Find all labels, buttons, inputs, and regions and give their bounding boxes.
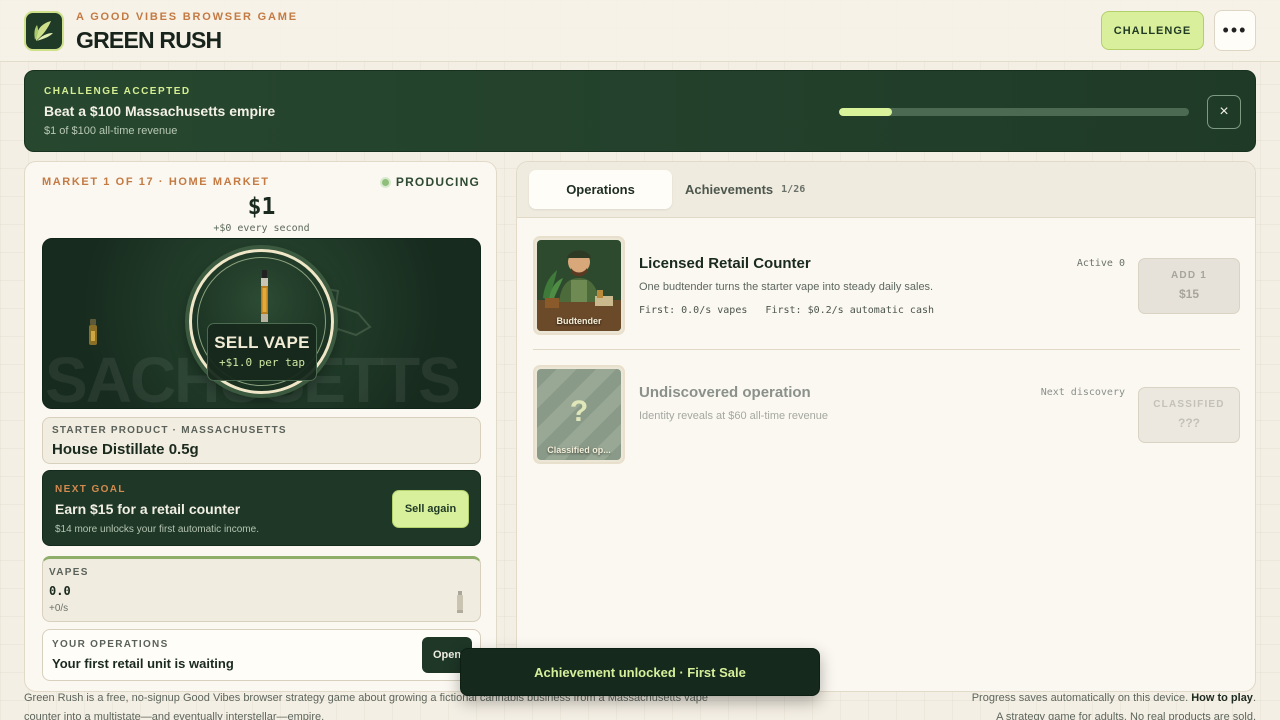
goal-eyebrow: NEXT GOAL <box>55 484 126 495</box>
panel-tabs: Operations Achievements 1/26 <box>517 162 1255 218</box>
cash-rate: +$0 every second <box>213 223 310 234</box>
vapes-count: 0.0 <box>49 584 71 598</box>
market-panel: MARKET 1 OF 17 · HOME MARKET PRODUCING $… <box>24 161 497 692</box>
vapes-label: VAPES <box>49 567 89 578</box>
vape-cartridge-icon <box>89 319 97 345</box>
how-to-play-link[interactable]: How to play <box>1191 692 1253 704</box>
sell-stage: SACHUSETTS SELL VAPE +$1.0 per tap <box>42 238 481 409</box>
vapes-rate: +0/s <box>49 603 69 614</box>
challenge-progress-bar <box>839 108 1189 116</box>
top-header: A GOOD VIBES BROWSER GAME GREEN RUSH CHA… <box>0 0 1280 62</box>
producing-status: PRODUCING <box>381 175 480 189</box>
sell-vape-title: SELL VAPE <box>214 333 310 352</box>
sell-vape-label-card[interactable]: SELL VAPE +$1.0 per tap <box>207 323 317 381</box>
challenge-button[interactable]: CHALLENGE <box>1101 11 1204 50</box>
footer-save-text: Progress saves automatically on this dev… <box>971 692 1189 704</box>
operation-description: Identity reveals at $60 all-time revenue <box>639 410 828 422</box>
operation-description: One budtender turns the starter vape int… <box>639 281 934 293</box>
cash-total: $1 <box>247 194 276 220</box>
thumbnail-label: Budtender <box>556 316 602 326</box>
more-dots-icon: ••• <box>1222 20 1248 40</box>
footer-adult-note: A strategy game for adults. No real prod… <box>996 711 1256 720</box>
question-mark-icon: ? <box>569 395 589 428</box>
next-goal-card: NEXT GOAL Earn $15 for a retail counter … <box>42 470 481 546</box>
add-button-label: ADD 1 <box>1170 270 1207 281</box>
classified-label: CLASSIFIED <box>1153 399 1225 410</box>
add-operation-button[interactable]: ADD 1 $15 <box>1138 258 1240 314</box>
leaf-icon[interactable] <box>24 11 64 51</box>
banner-eyebrow: CHALLENGE ACCEPTED <box>44 86 191 97</box>
ops-title: Your first retail unit is waiting <box>52 656 234 671</box>
challenge-progress-fill <box>839 108 892 116</box>
footer-period: . <box>1252 692 1256 704</box>
operation-thumbnail: ? Classified op... <box>533 365 625 464</box>
vape-cartridge-icon <box>457 591 463 613</box>
classified-cost: ??? <box>1178 416 1200 430</box>
brand-eyebrow: A GOOD VIBES BROWSER GAME <box>76 11 298 23</box>
goal-subtitle: $14 more unlocks your first automatic in… <box>55 524 259 535</box>
add-button-cost: $15 <box>1178 287 1200 301</box>
your-operations-card: YOUR OPERATIONS Your first retail unit i… <box>42 629 481 681</box>
vape-cartridge-icon <box>261 270 268 322</box>
tab-achievements-label: Achievements <box>685 182 774 197</box>
challenge-banner: CHALLENGE ACCEPTED Beat a $100 Massachus… <box>24 70 1256 152</box>
classified-operation-button: CLASSIFIED ??? <box>1138 387 1240 443</box>
goal-title: Earn $15 for a retail counter <box>55 501 241 517</box>
more-menu-button[interactable]: ••• <box>1214 10 1256 51</box>
status-dot-icon <box>381 178 389 186</box>
operation-name: Undiscovered operation <box>639 384 811 401</box>
market-label: MARKET 1 OF 17 · HOME MARKET <box>42 176 270 188</box>
product-name: House Distillate 0.5g <box>52 441 199 458</box>
operations-panel: Operations Achievements 1/26 Budtender L… <box>516 161 1256 692</box>
ops-eyebrow: YOUR OPERATIONS <box>52 639 169 650</box>
operation-stats: First: 0.0/s vapes First: $0.2/s automat… <box>639 305 935 316</box>
tab-operations[interactable]: Operations <box>529 170 672 209</box>
producing-label: PRODUCING <box>395 175 480 189</box>
vapes-inventory-card: VAPES 0.0 +0/s <box>42 556 481 622</box>
starter-product-card: STARTER PRODUCT · MASSACHUSETTS House Di… <box>42 417 481 464</box>
sell-vape-per-tap: +$1.0 per tap <box>218 356 306 369</box>
operation-name: Licensed Retail Counter <box>639 255 811 272</box>
close-banner-button[interactable]: × <box>1207 95 1241 129</box>
brand-title: GREEN RUSH <box>76 27 222 53</box>
banner-title: Beat a $100 Massachusetts empire <box>44 103 276 119</box>
operation-row: Budtender Licensed Retail Counter One bu… <box>533 236 1240 350</box>
tab-achievements[interactable]: Achievements 1/26 <box>685 170 805 209</box>
product-eyebrow: STARTER PRODUCT · MASSACHUSETTS <box>52 425 287 436</box>
achievement-toast: Achievement unlocked · First Sale <box>460 648 820 696</box>
operation-row: ? Classified op... Undiscovered operatio… <box>533 365 1240 479</box>
operation-thumbnail: Budtender <box>533 236 625 335</box>
operation-status: Active 0 <box>1076 258 1125 269</box>
sell-again-button[interactable]: Sell again <box>392 490 469 528</box>
operation-status: Next discovery <box>1040 387 1125 398</box>
achievements-count: 1/26 <box>781 184 806 195</box>
footer-save-note: Progress saves automatically on this dev… <box>836 689 1256 720</box>
close-icon: × <box>1219 103 1229 120</box>
banner-subtitle: $1 of $100 all-time revenue <box>44 125 178 137</box>
thumbnail-label: Classified op... <box>547 445 611 455</box>
